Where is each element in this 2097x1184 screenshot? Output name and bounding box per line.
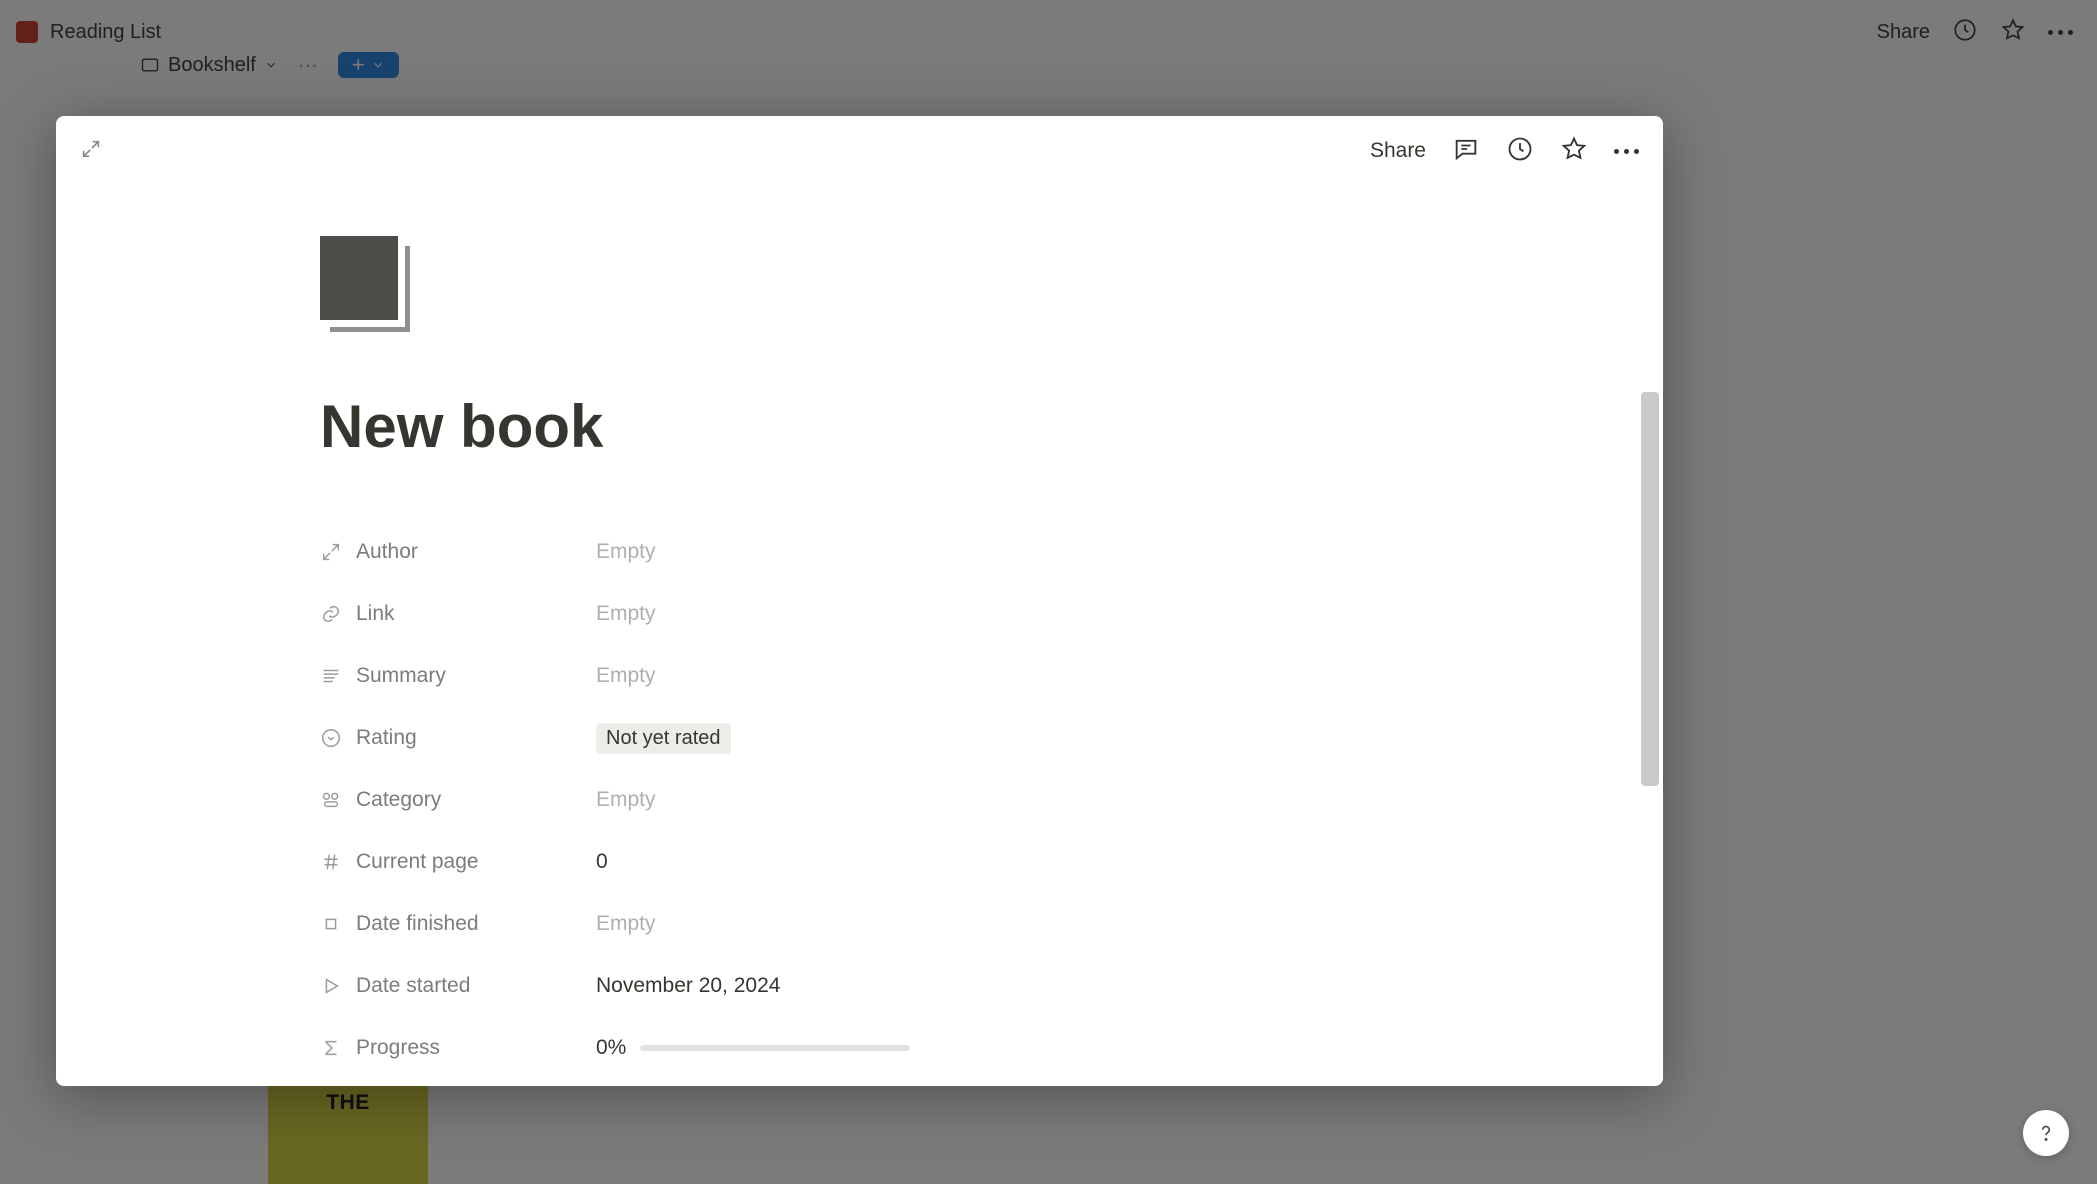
- property-key[interactable]: Rating: [320, 726, 596, 750]
- modal-topbar: Share: [56, 116, 1663, 186]
- progress-bar: [640, 1045, 910, 1051]
- property-key[interactable]: Author: [320, 540, 596, 564]
- property-key-label: Author: [356, 540, 418, 564]
- property-value[interactable]: 0%: [596, 1036, 910, 1060]
- property-key-label: Date started: [356, 974, 470, 998]
- property-row: Link Empty: [320, 583, 1637, 645]
- property-value[interactable]: 0: [596, 850, 608, 874]
- modal-scrollbar[interactable]: [1641, 392, 1659, 786]
- select-tag: Not yet rated: [596, 723, 731, 754]
- clock-icon[interactable]: [1506, 135, 1534, 168]
- property-value[interactable]: Not yet rated: [596, 723, 731, 754]
- help-fab[interactable]: [2023, 1110, 2069, 1156]
- property-key[interactable]: Current page: [320, 850, 596, 874]
- properties-list: Author Empty Link Empty Summary Empty Rating No…: [320, 521, 1637, 1079]
- property-value[interactable]: Empty: [596, 602, 656, 626]
- property-key[interactable]: Date started: [320, 974, 596, 998]
- property-key[interactable]: Category: [320, 788, 596, 812]
- property-key[interactable]: Progress: [320, 1036, 596, 1060]
- property-key[interactable]: Date finished: [320, 912, 596, 936]
- property-value[interactable]: Empty: [596, 540, 656, 564]
- modal-share-button[interactable]: Share: [1370, 139, 1426, 163]
- page-title[interactable]: New book: [320, 392, 1637, 461]
- property-value[interactable]: Empty: [596, 788, 656, 812]
- property-row: Summary Empty: [320, 645, 1637, 707]
- property-row: Category Empty: [320, 769, 1637, 831]
- property-key[interactable]: Summary: [320, 664, 596, 688]
- property-value[interactable]: Empty: [596, 664, 656, 688]
- property-key-label: Date finished: [356, 912, 479, 936]
- property-key-label: Current page: [356, 850, 479, 874]
- modal-content: New book Author Empty Link Empty Summary Empt…: [56, 186, 1637, 1086]
- page-modal: Share New book AuthorEmptyLinkEmptySumma…: [56, 116, 1663, 1086]
- property-value[interactable]: November 20, 2024: [596, 974, 780, 998]
- progress-text: 0%: [596, 1036, 626, 1060]
- comments-icon[interactable]: [1452, 135, 1480, 168]
- property-row: Date started November 20, 2024: [320, 955, 1637, 1017]
- property-key-label: Category: [356, 788, 441, 812]
- property-key[interactable]: Link: [320, 602, 596, 626]
- property-key-label: Progress: [356, 1036, 440, 1060]
- property-row: Current page 0: [320, 831, 1637, 893]
- property-row: Progress 0%: [320, 1017, 1637, 1079]
- more-icon[interactable]: [1614, 149, 1639, 154]
- property-row: Author Empty: [320, 521, 1637, 583]
- property-row: Rating Not yet rated: [320, 707, 1637, 769]
- page-emoji-icon[interactable]: [320, 236, 410, 332]
- property-row: Date finished Empty: [320, 893, 1637, 955]
- property-value[interactable]: Empty: [596, 912, 656, 936]
- property-key-label: Summary: [356, 664, 446, 688]
- property-key-label: Rating: [356, 726, 417, 750]
- property-key-label: Link: [356, 602, 395, 626]
- star-icon[interactable]: [1560, 135, 1588, 168]
- expand-icon[interactable]: [80, 138, 102, 165]
